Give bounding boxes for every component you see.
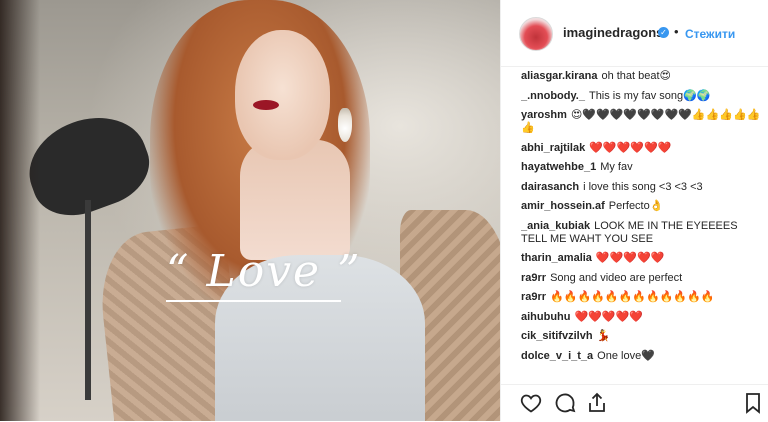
comment-username[interactable]: hayatwehbe_1 [521,161,596,173]
lips [253,100,279,110]
comment-item: _ania_kubiak LOOK ME IN THE EYEEEES TELL … [521,220,761,246]
comment-text: Song and video are perfect [550,271,683,284]
comment-item: abhi_rajtilak ❤️❤️❤️❤️❤️❤️ [521,142,761,155]
comment-username[interactable]: aihubuhu [521,311,571,323]
post-overlay-text: “ Love ” [166,246,362,297]
comment-text: ❤️❤️❤️❤️❤️❤️ [589,141,672,154]
comment-icon[interactable] [553,391,577,415]
comment-username[interactable]: ra9rr [521,291,546,303]
face [235,30,330,160]
avatar[interactable] [519,17,553,51]
comment-item: dolce_v_i_t_a One love🖤 [521,350,761,363]
comment-item: ra9rr Song and video are perfect [521,272,761,285]
comment-text: i love this song <3 <3 <3 [583,180,703,193]
comments-list[interactable]: aliasgar.kirana oh that beat😍 _.nnobody._… [521,66,761,384]
post-sidebar: imaginedragons ✓ • Стежити aliasgar.kira… [500,0,768,421]
comment-username[interactable]: yaroshm [521,109,567,121]
comment-username[interactable]: ra9rr [521,272,546,284]
bookmark-icon[interactable] [741,391,765,415]
comment-text: One love🖤 [597,349,655,362]
separator-dot: • [674,24,679,39]
comment-username[interactable]: amir_hossein.af [521,200,605,212]
comment-text: oh that beat😍 [601,70,672,82]
share-icon[interactable] [585,391,609,415]
comment-text: ❤️❤️❤️❤️❤️ [574,310,643,323]
comment-item: _.nnobody._ This is my fav song🌍🌍 [521,90,761,103]
comment-text: 💃 [596,330,611,342]
photo-shadow [0,0,40,421]
comment-item: tharin_amalia ❤️❤️❤️❤️❤️ [521,252,761,265]
comment-username[interactable]: _.nnobody._ [521,90,585,102]
comment-username[interactable]: dairasanch [521,181,579,193]
lamp-stand [85,200,91,400]
comment-text: My fav [600,161,633,173]
earring [338,108,352,142]
comment-item: ra9rr 🔥🔥🔥🔥🔥🔥🔥🔥🔥🔥🔥🔥 [521,291,761,304]
comment-item: cik_sitifvzilvh 💃 [521,330,761,343]
comment-item: aihubuhu ❤️❤️❤️❤️❤️ [521,311,761,324]
comment-item: aliasgar.kirana oh that beat😍 [521,70,761,83]
comment-item: hayatwehbe_1 My fav [521,161,761,174]
comment-username[interactable]: aliasgar.kirana [521,70,597,82]
post-image[interactable]: “ Love ” [0,0,500,421]
comment-text: ❤️❤️❤️❤️❤️ [595,252,665,264]
username-link[interactable]: imaginedragons [563,25,663,40]
overlay-underline [166,300,341,302]
comment-text: This is my fav song🌍🌍 [588,89,711,102]
comment-username[interactable]: dolce_v_i_t_a [521,350,593,362]
comment-item: yaroshm 😍🖤🖤🖤🖤🖤🖤🖤🖤👍👍👍👍👍👍 [521,109,761,135]
comment-text: Perfecto👌 [608,200,664,212]
comment-item: amir_hossein.af Perfecto👌 [521,200,761,213]
comment-text: 🔥🔥🔥🔥🔥🔥🔥🔥🔥🔥🔥🔥 [550,291,715,303]
comment-username[interactable]: abhi_rajtilak [521,142,585,154]
comment-item: dairasanch i love this song <3 <3 <3 [521,181,761,194]
post-actions-bar [501,384,768,422]
comment-username[interactable]: _ania_kubiak [521,220,590,232]
verified-badge-icon: ✓ [658,27,669,38]
post-header: imaginedragons ✓ • Стежити [501,0,768,67]
comment-username[interactable]: tharin_amalia [521,252,592,264]
comment-username[interactable]: cik_sitifvzilvh [521,330,593,342]
heart-icon[interactable] [519,391,543,415]
follow-button[interactable]: Стежити [685,27,735,41]
